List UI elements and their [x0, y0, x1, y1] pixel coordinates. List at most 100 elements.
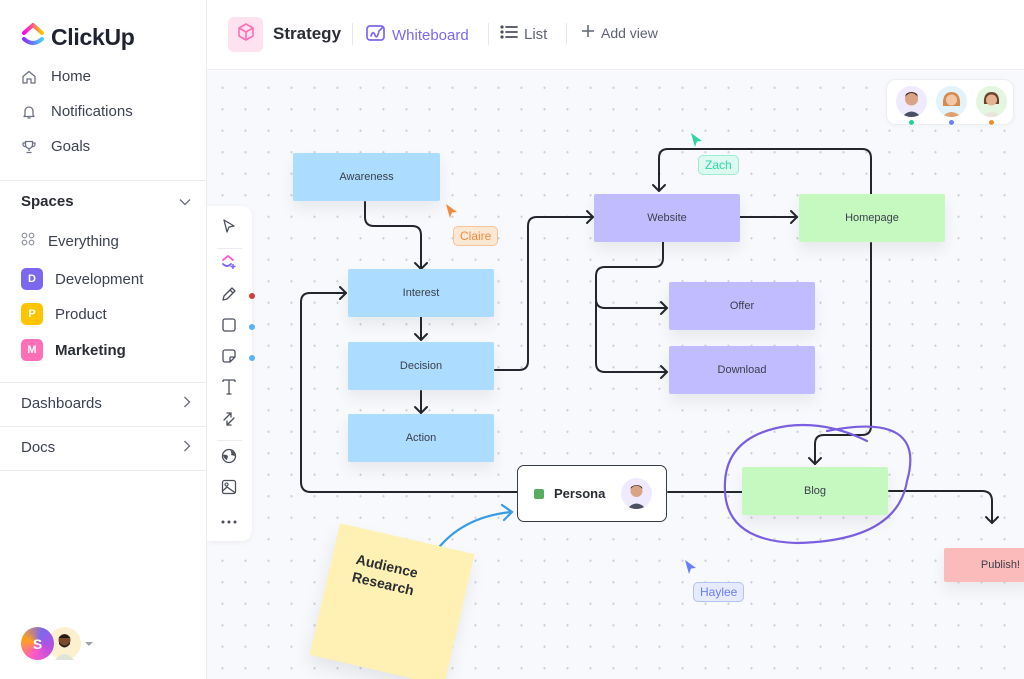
project-icon — [228, 17, 263, 52]
brand-name: ClickUp — [51, 24, 135, 50]
image-tool[interactable] — [219, 479, 239, 499]
space-development[interactable]: D Development — [21, 268, 143, 290]
sidebar-item-label: Docs — [21, 439, 56, 456]
sticky-note-tool[interactable] — [219, 348, 239, 368]
sidebar-item-goals[interactable]: Goals — [21, 138, 90, 155]
brand-logo[interactable]: ClickUp — [21, 22, 135, 53]
sidebar-item-docs[interactable]: Docs — [21, 439, 191, 456]
tab-list[interactable]: List — [500, 24, 547, 44]
persona-avatar — [621, 478, 652, 509]
node-decision[interactable]: Decision — [348, 342, 494, 390]
sidebar-item-everything[interactable]: Everything — [21, 232, 119, 250]
node-offer[interactable]: Offer — [669, 282, 815, 330]
square-icon — [221, 317, 237, 338]
add-view-button[interactable]: Add view — [581, 24, 658, 41]
whiteboard-canvas[interactable]: Awareness Interest Decision Action Websi… — [207, 71, 1024, 679]
chevron-right-icon — [183, 395, 191, 412]
node-homepage[interactable]: Homepage — [799, 194, 945, 242]
chevron-down-icon[interactable] — [179, 193, 191, 210]
connector-awareness-interest — [364, 201, 422, 270]
space-label: Marketing — [55, 341, 126, 359]
grid-dots-icon — [21, 232, 35, 250]
sidebar: ClickUp Home Notifications Goals Spaces — [0, 0, 207, 679]
bell-icon — [21, 104, 37, 120]
globe-icon — [221, 448, 237, 469]
node-awareness[interactable]: Awareness — [293, 153, 440, 201]
connector-website-download — [595, 300, 668, 373]
clickup-plus-icon — [221, 254, 237, 275]
top-header: Strategy Whiteboard List Add view — [207, 0, 1024, 70]
text-icon — [221, 378, 237, 401]
online-status-dot — [988, 119, 995, 126]
collaborator-avatar[interactable] — [976, 86, 1007, 117]
pen-color-dot — [249, 293, 255, 299]
app-window: ClickUp Home Notifications Goals Spaces — [0, 0, 1024, 679]
collaborator-avatar[interactable] — [896, 86, 927, 117]
online-status-dot — [908, 119, 915, 126]
cube-icon — [236, 22, 256, 47]
collaborator-avatar[interactable] — [936, 86, 967, 117]
sidebar-item-home[interactable]: Home — [21, 68, 91, 85]
sidebar-item-label: Goals — [51, 138, 91, 155]
node-interest[interactable]: Interest — [348, 269, 494, 317]
toolbar-divider — [217, 248, 242, 249]
status-square — [534, 488, 544, 499]
header-divider — [488, 23, 489, 45]
caret-down-icon[interactable] — [85, 641, 93, 646]
node-download[interactable]: Download — [669, 346, 815, 394]
node-blog[interactable]: Blog — [742, 467, 888, 515]
cursor-haylee-icon — [685, 560, 696, 574]
space-label: Product — [55, 305, 107, 323]
connector-blog-publish — [888, 490, 993, 524]
persona-card[interactable]: Persona — [517, 465, 667, 522]
tab-whiteboard[interactable]: Whiteboard — [366, 24, 469, 46]
embed-tool[interactable] — [219, 448, 239, 468]
spaces-section-header[interactable]: Spaces — [21, 193, 191, 210]
node-action[interactable]: Action — [348, 414, 494, 462]
text-tool[interactable] — [219, 378, 239, 401]
cursor-claire-icon — [446, 204, 457, 218]
collaborators-panel — [886, 79, 1014, 126]
plus-icon — [581, 24, 595, 41]
marker-icon — [221, 286, 237, 307]
sidebar-item-label: Everything — [48, 232, 119, 250]
clickup-ai-tool[interactable] — [219, 254, 239, 274]
project-title: Strategy — [273, 24, 342, 43]
clickup-logo-icon — [21, 22, 45, 53]
pointer-icon — [221, 218, 237, 239]
online-status-dot — [948, 119, 955, 126]
connector-homepage-website — [658, 148, 872, 195]
persona-label: Persona — [554, 486, 606, 501]
header-divider — [566, 23, 567, 45]
node-publish[interactable]: Publish! — [944, 548, 1024, 582]
select-tool[interactable] — [219, 218, 239, 238]
sidebar-item-dashboards[interactable]: Dashboards — [21, 395, 191, 412]
connector-tool[interactable] — [219, 411, 239, 431]
more-tools-button[interactable] — [219, 510, 239, 530]
sidebar-divider — [0, 180, 206, 181]
sidebar-item-label: Notifications — [51, 103, 133, 120]
cursor-label-zach: Zach — [698, 155, 739, 175]
sidebar-item-label: Dashboards — [21, 395, 102, 412]
space-badge: D — [21, 268, 43, 290]
space-product[interactable]: P Product — [21, 303, 107, 325]
user-menu[interactable]: S — [21, 627, 93, 660]
shape-color-dot — [249, 324, 255, 330]
sidebar-item-notifications[interactable]: Notifications — [21, 103, 133, 120]
sticky-arrow — [434, 510, 513, 553]
tab-label: List — [524, 25, 548, 43]
cursor-label-haylee: Haylee — [693, 582, 745, 602]
pen-tool[interactable] — [219, 286, 239, 306]
space-badge: P — [21, 303, 43, 325]
toolbar-divider — [217, 440, 242, 441]
connector-website-offer — [595, 241, 668, 309]
shape-tool[interactable] — [219, 317, 239, 337]
sticky-note-text: Audience Research — [350, 551, 420, 599]
user-avatar[interactable]: S — [21, 627, 54, 660]
list-icon — [500, 24, 518, 44]
node-website[interactable]: Website — [594, 194, 740, 242]
whiteboard-icon — [366, 24, 386, 46]
trophy-icon — [21, 139, 37, 155]
space-marketing[interactable]: M Marketing — [21, 339, 126, 361]
sticky-note-icon — [221, 348, 237, 369]
